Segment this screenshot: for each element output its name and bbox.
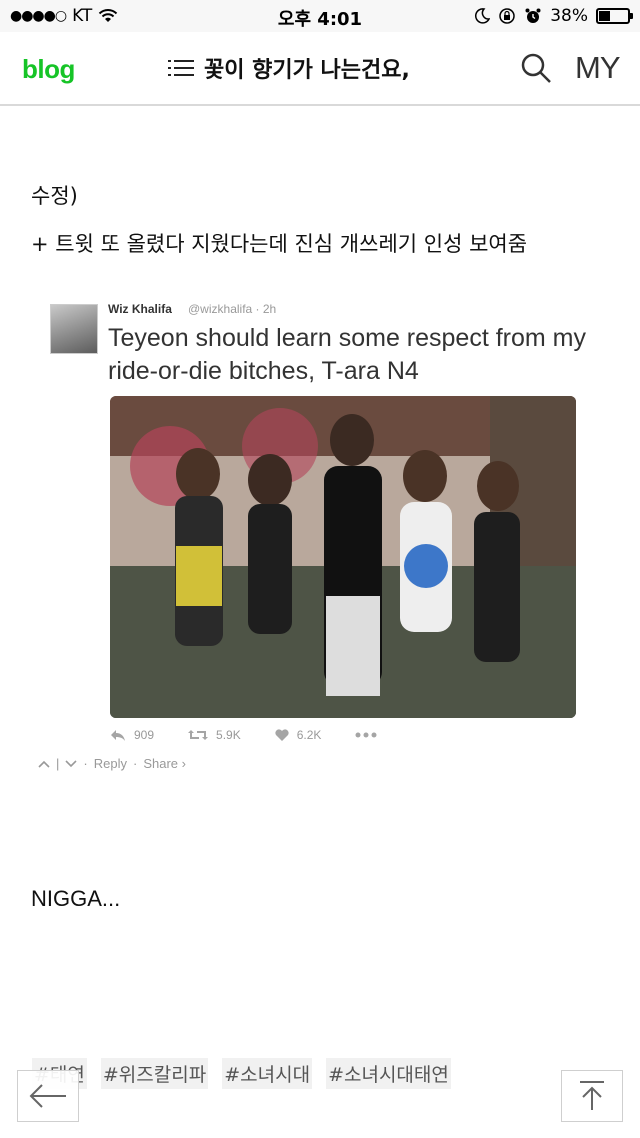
reply-count: 909 <box>134 728 155 742</box>
tweet-reply-action: 909 <box>110 728 154 742</box>
retweet-icon <box>188 730 209 740</box>
battery-level-fill <box>599 11 610 21</box>
like-count: 6.2K <box>296 728 322 742</box>
share-link: Share › <box>143 756 186 771</box>
search-icon[interactable] <box>520 52 552 84</box>
status-right: 38% <box>474 6 633 26</box>
post-text-line: + 트윗 또 올렸다 지웠다는데 진심 개쓰레기 인성 보여줌 <box>31 232 528 256</box>
separator-dot: · <box>132 756 138 771</box>
arrow-left-icon <box>29 1084 66 1108</box>
scroll-to-top-button[interactable] <box>561 1070 623 1122</box>
blog-title-menu[interactable]: 꽃이 향기가 나는건요, <box>168 52 410 84</box>
tweet-like-action: 6.2K <box>275 728 322 742</box>
chevron-down-icon <box>65 759 77 767</box>
moon-icon <box>475 8 491 24</box>
avatar <box>50 304 98 354</box>
arrow-up-to-top-icon <box>580 1081 604 1110</box>
menu-list-icon <box>168 57 194 79</box>
battery-icon <box>596 8 633 24</box>
chevron-up-icon <box>38 760 50 768</box>
tweet-screenshot[interactable]: Wiz Khalifa @wizkhalifa · 2h Teyeon shou… <box>38 300 608 780</box>
blog-header: blog 꽃이 향기가 나는건요, MY <box>0 32 640 106</box>
tweet-author-handle: @wizkhalifa · 2h <box>188 302 277 316</box>
tag-link[interactable]: #위즈칼리파 <box>100 1058 209 1089</box>
blog-post-page: ●●●●○ KT 오후 4:01 38% blog 꽃이 향기가 나는건요, M… <box>0 0 640 1138</box>
back-button[interactable] <box>17 1070 79 1122</box>
blog-title: 꽃이 향기가 나는건요, <box>204 58 410 83</box>
tag-link[interactable]: #소녀시대태연 <box>326 1058 451 1089</box>
tweet-retweet-action: 5.9K <box>188 728 241 742</box>
rotation-lock-icon <box>499 8 515 24</box>
reply-link: Reply <box>93 756 127 771</box>
tag-link[interactable]: #소녀시대 <box>222 1058 313 1089</box>
my-button[interactable]: MY <box>575 50 620 86</box>
post-meta-row: | · Reply · Share › <box>38 756 186 771</box>
tweet-photo <box>110 396 576 718</box>
divider: | <box>56 756 60 771</box>
reply-icon <box>111 730 125 741</box>
tweet-text: Teyeon should learn some respect from my… <box>108 324 586 385</box>
tweet-actions: 909 5.9K 6.2K <box>110 728 377 742</box>
status-bar: ●●●●○ KT 오후 4:01 38% <box>0 0 640 32</box>
blog-logo[interactable]: blog <box>22 54 75 85</box>
tweet-author-name: Wiz Khalifa <box>108 302 172 316</box>
heart-icon <box>275 729 289 741</box>
tag-list: #태연 #위즈칼리파 #소녀시대 #소녀시대태연 <box>32 1058 451 1089</box>
post-text-line: 수정) <box>31 184 78 208</box>
more-options-icon <box>355 732 377 738</box>
separator-dot: · <box>83 756 88 771</box>
retweet-count: 5.9K <box>216 728 241 742</box>
alarm-icon <box>525 8 541 23</box>
post-text-line: NIGGA... <box>31 886 121 911</box>
battery-percent: 38% <box>550 6 588 26</box>
group-photo-illustration <box>110 396 576 718</box>
